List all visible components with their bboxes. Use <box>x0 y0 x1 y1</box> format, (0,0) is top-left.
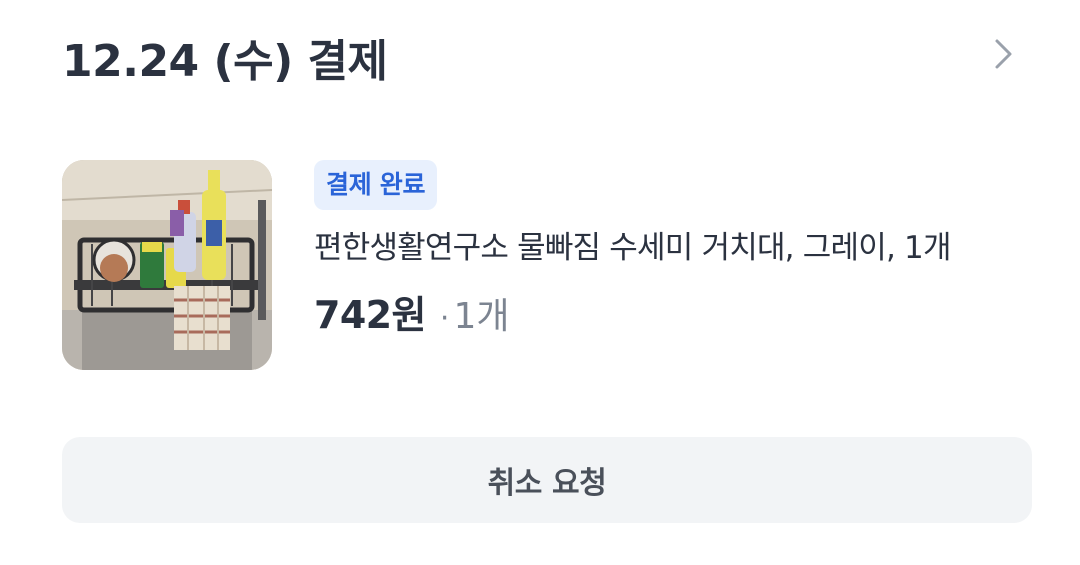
order-item-info: 결제 완료 편한생활연구소 물빠짐 수세미 거치대, 그레이, 1개 742원 … <box>314 160 1034 339</box>
quantity: 1개 <box>453 296 510 337</box>
cancel-request-button[interactable]: 취소 요청 <box>62 437 1032 523</box>
order-item[interactable]: 결제 완료 편한생활연구소 물빠짐 수세미 거치대, 그레이, 1개 742원 … <box>62 160 1022 372</box>
product-image[interactable] <box>62 160 272 370</box>
chevron-right-icon[interactable] <box>986 36 1022 72</box>
page-title: 12.24 (수) 결제 <box>62 36 388 87</box>
price: 742원 <box>314 293 426 337</box>
status-badge: 결제 완료 <box>314 160 438 210</box>
price-row: 742원 · 1개 <box>314 284 1034 339</box>
separator-dot: · <box>439 301 450 336</box>
product-name[interactable]: 편한생활연구소 물빠짐 수세미 거치대, 그레이, 1개 <box>314 228 1034 268</box>
order-header[interactable]: 12.24 (수) 결제 <box>62 30 1022 94</box>
